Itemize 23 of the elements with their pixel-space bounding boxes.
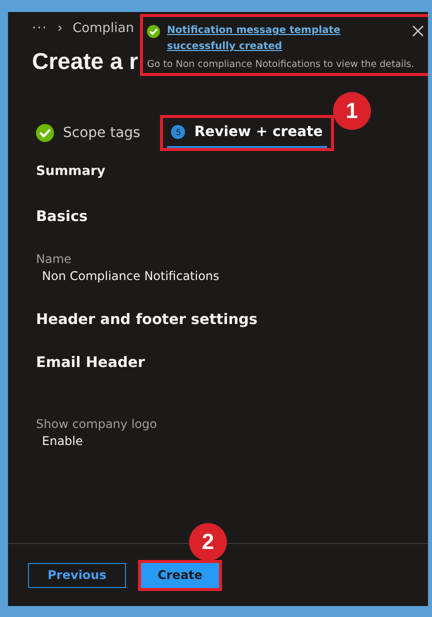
section-heading: Email Header [36, 355, 146, 373]
field-value: Non Compliance Notifications [41, 269, 220, 283]
create-button[interactable]: Create [141, 562, 219, 588]
annotation-badge: 1 [332, 92, 371, 130]
wizard-tab[interactable]: Scope tags [32, 118, 144, 148]
breadcrumb-link[interactable]: Complian [72, 20, 134, 36]
field-value: Enable [41, 434, 84, 448]
field-label: Show company logo [36, 417, 158, 431]
section-heading: Header and footer settings [36, 312, 259, 330]
notification-message: Go to Non compliance Notoifications to view the details. [147, 59, 416, 70]
more-button[interactable]: ··· [32, 20, 48, 36]
annotation-badge: 2 [189, 522, 227, 560]
notification-link[interactable]: Notification message template successfully created [167, 23, 405, 55]
previous-button[interactable]: Previous [28, 562, 126, 588]
field-label: Name [36, 252, 72, 266]
breadcrumb-separator: › [57, 20, 63, 36]
section-heading: Basics [36, 209, 89, 227]
section-subheading: Summary [36, 164, 106, 181]
page-title: Create a r [32, 48, 138, 75]
check-icon [147, 25, 160, 38]
wizard-tab[interactable]: 5 Review + create [167, 118, 327, 148]
step-number: 5 [171, 125, 186, 139]
close-icon[interactable] [412, 25, 424, 37]
